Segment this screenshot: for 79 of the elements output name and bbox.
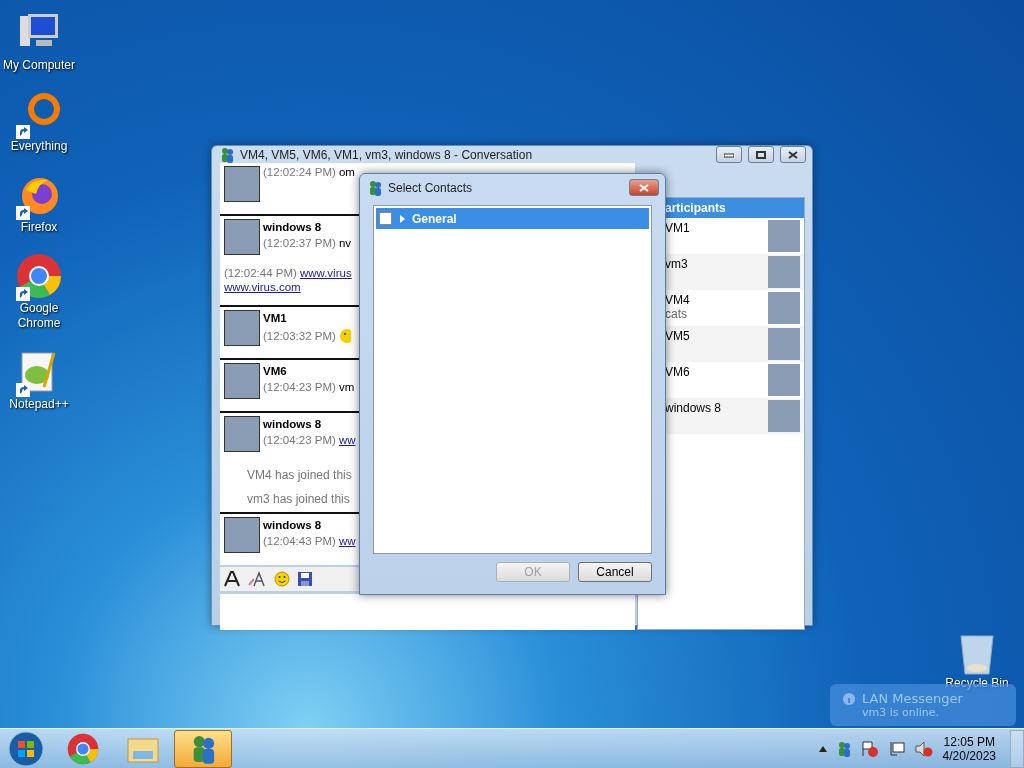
participant-name[interactable]: VM1 <box>665 221 690 235</box>
message-time: (12:02:37 PM) <box>263 237 336 249</box>
close-button[interactable] <box>780 146 806 163</box>
message-text: vm <box>338 381 355 393</box>
message-text: nv <box>338 237 352 249</box>
dialog-title: Select Contacts <box>388 180 474 195</box>
avatar-photo <box>224 416 260 452</box>
desktop-icon-label[interactable]: Notepad++ <box>9 397 69 412</box>
close-icon <box>639 183 649 192</box>
chrome-icon <box>16 253 62 299</box>
chrome-icon <box>67 733 99 765</box>
maximize-button[interactable] <box>748 146 774 163</box>
people-icon <box>220 146 234 163</box>
tray-arrow-icon[interactable] <box>818 746 827 752</box>
desktop-icon-label[interactable]: Everything <box>10 139 68 154</box>
message-time: (12:04:23 PM) <box>263 381 336 393</box>
join-notice: VM4 has joined this <box>246 467 353 484</box>
join-notice: vm3 has joined this <box>246 491 351 508</box>
sender-name: windows 8 <box>263 220 323 235</box>
info-icon <box>842 691 856 706</box>
avatar-photo <box>768 400 800 432</box>
people-icon[interactable] <box>836 741 851 757</box>
desktop-icon-label[interactable]: My Computer <box>3 58 75 73</box>
participant-name[interactable]: vm3 <box>665 257 688 271</box>
save-icon[interactable] <box>298 572 312 586</box>
font-icon[interactable] <box>224 571 240 587</box>
network-icon[interactable] <box>888 741 905 757</box>
clock[interactable]: 12:05 PM 4/20/2023 <box>942 735 996 763</box>
avatar-photo <box>224 517 260 553</box>
minimize-button[interactable] <box>716 146 742 163</box>
message-link[interactable]: www.virus <box>299 267 352 279</box>
avatar-photo <box>768 220 800 252</box>
desktop-icon-label[interactable]: Firefox <box>20 220 58 235</box>
message-time: (12:04:43 PM) <box>263 535 336 547</box>
desktop-icon-label[interactable]: Google Chrome <box>0 301 78 331</box>
people-icon <box>368 179 382 196</box>
windows-logo-icon <box>8 731 44 767</box>
sender-name: VM6 <box>263 364 288 379</box>
message-time: (12:02:24 PM) <box>263 166 336 178</box>
message-link[interactable]: ww <box>338 535 356 547</box>
smiley-icon[interactable] <box>274 571 290 587</box>
avatar-photo <box>768 328 800 360</box>
participant-status: cats <box>665 307 688 321</box>
sender-name: windows 8 <box>263 417 323 432</box>
message-input[interactable] <box>220 594 635 630</box>
speaker-muted-icon[interactable] <box>914 741 933 757</box>
message-time: (12:03:32 PM) <box>263 330 336 342</box>
window-title: VM4, VM5, VM6, VM1, vm3, windows 8 - Conversation <box>240 147 534 162</box>
close-button[interactable] <box>629 179 659 196</box>
avatar-photo <box>224 219 260 255</box>
expander-icon[interactable] <box>398 214 406 223</box>
sender-name: VM1 <box>263 311 288 326</box>
avatar-photo <box>768 292 800 324</box>
avatar-photo <box>768 364 800 396</box>
message-text: om <box>338 166 355 178</box>
maximize-icon <box>756 150 766 159</box>
close-icon <box>788 150 798 159</box>
participant-name[interactable]: windows 8 <box>665 401 722 415</box>
avatar-photo <box>224 310 260 346</box>
participant-name[interactable]: VM6 <box>665 365 690 379</box>
message-time: (12:02:44 PM) <box>224 267 297 279</box>
minimize-icon <box>724 151 734 158</box>
sender-name: windows 8 <box>263 518 323 533</box>
message-link[interactable]: ww <box>338 434 356 446</box>
avatar-photo <box>224 166 260 202</box>
notification-title: LAN Messenger <box>862 691 963 706</box>
font-color-icon[interactable] <box>248 571 266 587</box>
avatar-photo <box>768 256 800 288</box>
folder-icon <box>127 735 159 763</box>
notification-text: vm3 is online. <box>861 706 941 719</box>
participant-name[interactable]: VM5 <box>665 329 690 343</box>
participant-name[interactable]: VM4 <box>665 293 690 307</box>
avatar-photo <box>224 363 260 399</box>
checkbox[interactable] <box>379 212 392 225</box>
message-time: (12:04:23 PM) <box>263 434 336 446</box>
flag-error-icon[interactable] <box>860 741 879 757</box>
message-link[interactable]: www.virus.com <box>224 281 359 293</box>
taskbar-app[interactable] <box>174 730 232 768</box>
dialog-button[interactable]: Cancel <box>578 562 652 582</box>
